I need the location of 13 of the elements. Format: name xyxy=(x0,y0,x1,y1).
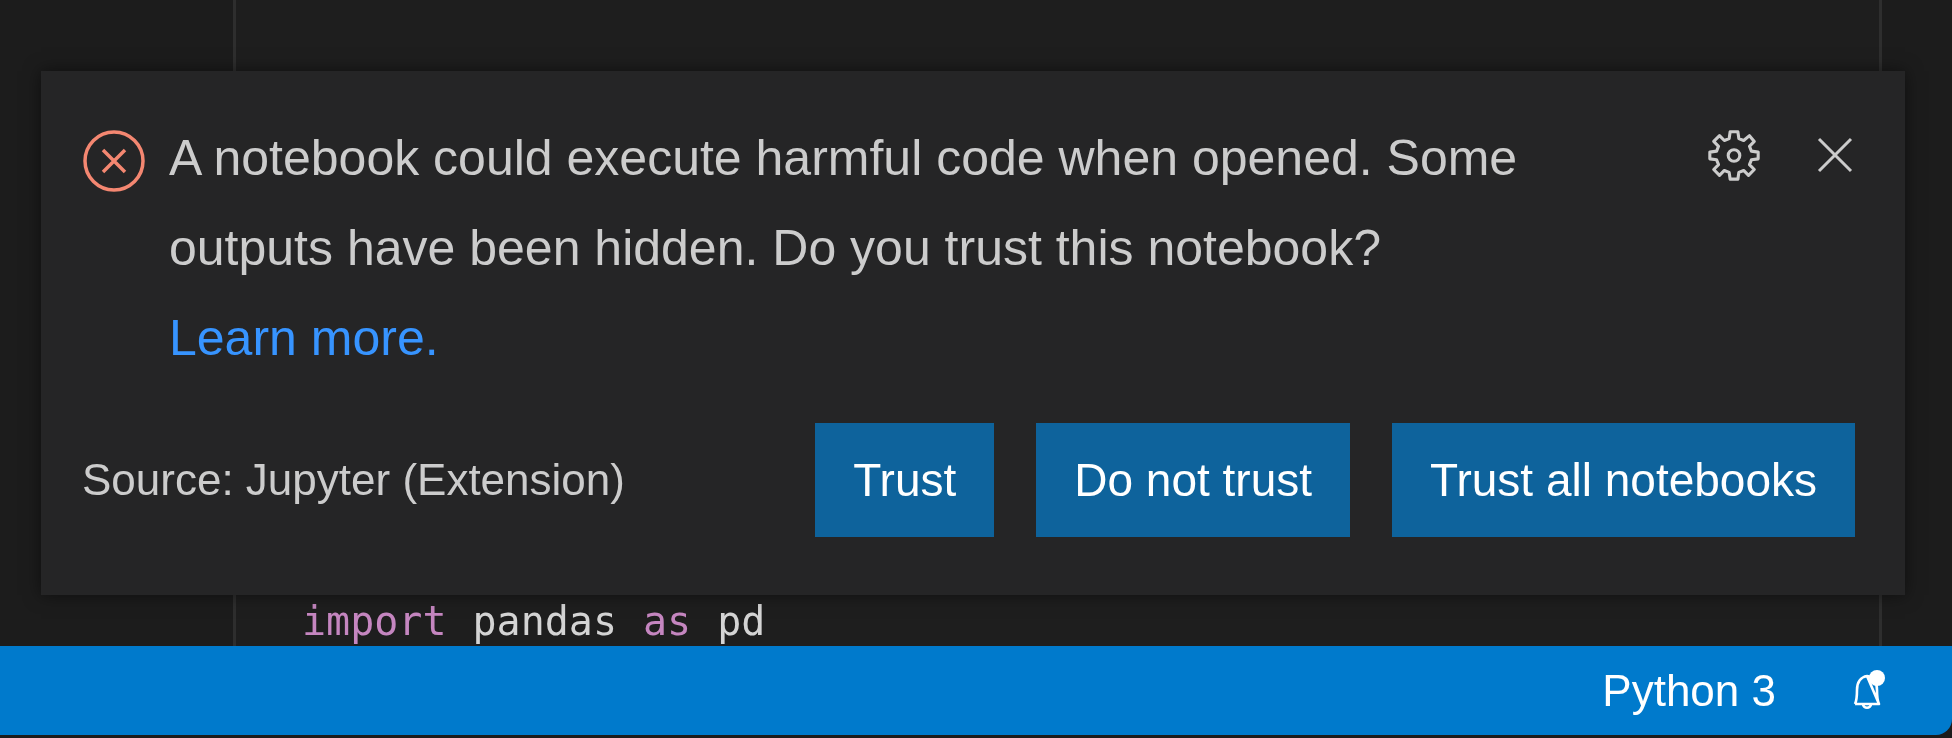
code-token: pd xyxy=(717,598,766,644)
action-button[interactable]: Trust xyxy=(815,423,995,537)
code-token: as xyxy=(643,598,692,644)
code-token: import xyxy=(302,598,447,644)
action-button[interactable]: Trust all notebooks xyxy=(1392,423,1855,537)
action-button[interactable]: Do not trust xyxy=(1036,423,1351,537)
close-icon[interactable] xyxy=(1815,135,1855,175)
source-label: Source: Jupyter (Extension) xyxy=(82,455,625,505)
error-icon xyxy=(82,129,146,193)
code-token: pandas xyxy=(472,598,617,644)
kernel-label[interactable]: Python 3 xyxy=(1602,665,1776,716)
notification-message: A notebook could execute harmful code when opened. Some outputs have been hidden. Do you trust this notebook? Learn more. xyxy=(169,129,1519,368)
learn-more-link[interactable]: Learn more. xyxy=(169,310,439,366)
